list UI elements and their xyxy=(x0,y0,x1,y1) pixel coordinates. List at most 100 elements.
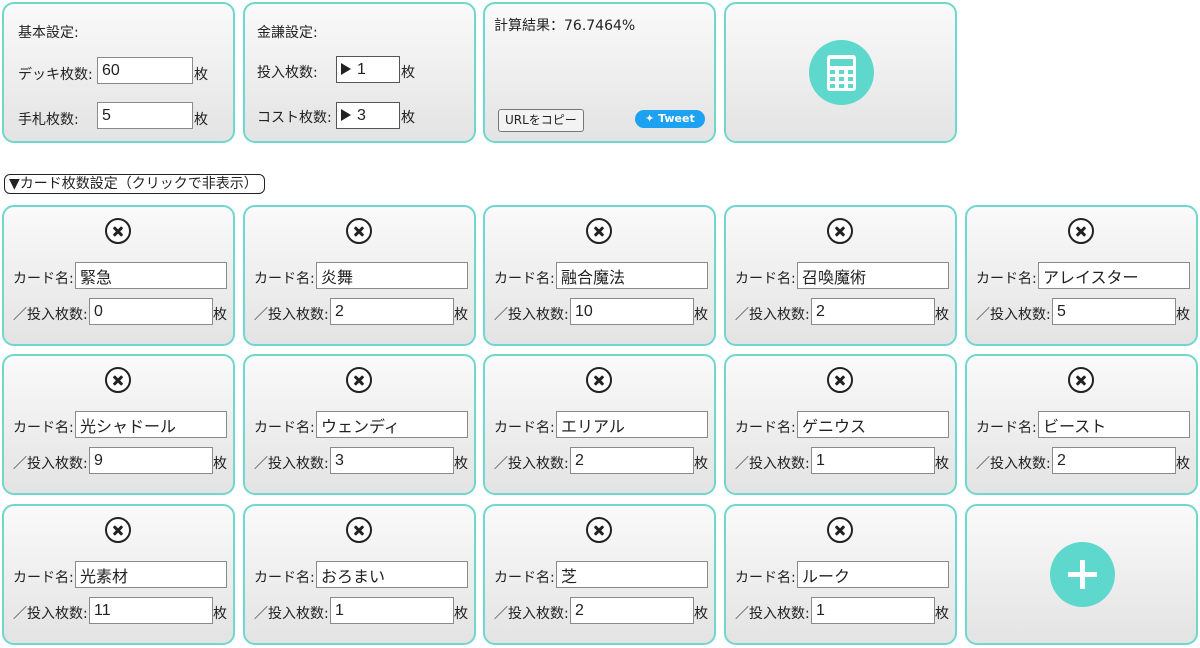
card-name-label: カード名: xyxy=(254,570,315,586)
card-count-input[interactable] xyxy=(811,298,935,325)
card-name-label: カード名: xyxy=(254,271,315,287)
basic-settings-title: 基本設定: xyxy=(18,25,79,41)
calculate-panel[interactable] xyxy=(724,2,957,143)
card-name-input[interactable] xyxy=(556,411,708,438)
remove-card-icon[interactable] xyxy=(586,517,612,543)
card-count-label: ／投入枚数: xyxy=(735,307,810,323)
remove-card-icon[interactable] xyxy=(105,367,131,393)
card-count-input[interactable] xyxy=(89,298,213,325)
deck-count-unit: 枚 xyxy=(194,67,208,83)
hand-count-input[interactable] xyxy=(97,102,193,129)
card-name-input[interactable] xyxy=(1038,411,1190,438)
tweet-label: Tweet xyxy=(658,112,695,125)
card-count-input[interactable] xyxy=(330,298,454,325)
plus-icon xyxy=(1068,560,1097,589)
card-panel: カード名: ／投入枚数: 枚 xyxy=(243,504,476,645)
remove-card-icon[interactable] xyxy=(346,367,372,393)
card-count-label: ／投入枚数: xyxy=(735,456,810,472)
card-count-input[interactable] xyxy=(811,447,935,474)
card-panel: カード名: ／投入枚数: 枚 xyxy=(965,354,1198,495)
card-name-label: カード名: xyxy=(735,420,796,436)
card-name-input[interactable] xyxy=(75,411,227,438)
result-panel: 計算結果：76.7464% URLをコピー ✦ Tweet xyxy=(483,2,716,143)
card-settings-toggle[interactable]: ▼カード枚数設定（クリックで非表示） xyxy=(4,174,265,194)
card-name-input[interactable] xyxy=(316,561,468,588)
remove-card-icon[interactable] xyxy=(586,218,612,244)
card-name-input[interactable] xyxy=(75,262,227,289)
remove-card-icon[interactable] xyxy=(105,218,131,244)
invest-count-unit: 枚 xyxy=(401,65,415,81)
card-panel: カード名: ／投入枚数: 枚 xyxy=(724,205,957,346)
card-count-input[interactable] xyxy=(89,447,213,474)
card-name-label: カード名: xyxy=(735,271,796,287)
card-count-unit: 枚 xyxy=(213,307,227,323)
remove-card-icon[interactable] xyxy=(827,218,853,244)
card-count-unit: 枚 xyxy=(935,456,949,472)
play-icon xyxy=(341,63,351,75)
remove-card-icon[interactable] xyxy=(586,367,612,393)
copy-url-button[interactable]: URLをコピー xyxy=(498,109,584,132)
card-count-input[interactable] xyxy=(1052,447,1176,474)
remove-card-icon[interactable] xyxy=(1068,218,1094,244)
add-card-panel[interactable] xyxy=(965,504,1198,645)
card-count-input[interactable] xyxy=(570,447,694,474)
card-count-input[interactable] xyxy=(570,597,694,624)
card-name-label: カード名: xyxy=(254,420,315,436)
play-icon xyxy=(341,109,351,121)
card-name-input[interactable] xyxy=(797,411,949,438)
add-card-button[interactable] xyxy=(1050,542,1115,607)
card-count-input[interactable] xyxy=(811,597,935,624)
card-name-label: カード名: xyxy=(494,570,555,586)
card-count-label: ／投入枚数: xyxy=(13,456,88,472)
card-panel: カード名: ／投入枚数: 枚 xyxy=(483,205,716,346)
calculate-button[interactable] xyxy=(809,40,874,105)
card-name-input[interactable] xyxy=(316,411,468,438)
remove-card-icon[interactable] xyxy=(1068,367,1094,393)
card-name-input[interactable] xyxy=(797,262,949,289)
card-name-label: カード名: xyxy=(735,570,796,586)
cost-count-select[interactable]: 3 xyxy=(336,102,400,129)
deck-count-label: デッキ枚数: xyxy=(18,67,93,83)
card-name-input[interactable] xyxy=(556,262,708,289)
card-name-input[interactable] xyxy=(316,262,468,289)
card-name-label: カード名: xyxy=(494,420,555,436)
card-count-label: ／投入枚数: xyxy=(976,456,1051,472)
card-count-input[interactable] xyxy=(570,298,694,325)
hand-count-unit: 枚 xyxy=(194,112,208,128)
card-name-label: カード名: xyxy=(13,420,74,436)
card-name-input[interactable] xyxy=(75,561,227,588)
card-count-input[interactable] xyxy=(89,597,213,624)
card-count-input[interactable] xyxy=(1052,298,1176,325)
card-name-input[interactable] xyxy=(797,561,949,588)
remove-card-icon[interactable] xyxy=(827,517,853,543)
card-count-input[interactable] xyxy=(330,447,454,474)
card-panel: カード名: ／投入枚数: 枚 xyxy=(2,354,235,495)
card-name-label: カード名: xyxy=(976,271,1037,287)
card-name-input[interactable] xyxy=(1038,262,1190,289)
remove-card-icon[interactable] xyxy=(105,517,131,543)
remove-card-icon[interactable] xyxy=(346,218,372,244)
pot-settings-panel: 金謙設定: 投入枚数: 1 枚 コスト枚数: 3 枚 xyxy=(243,2,476,143)
card-count-unit: 枚 xyxy=(454,606,468,622)
remove-card-icon[interactable] xyxy=(827,367,853,393)
card-name-input[interactable] xyxy=(556,561,708,588)
card-panel: カード名: ／投入枚数: 枚 xyxy=(483,504,716,645)
card-panel: カード名: ／投入枚数: 枚 xyxy=(724,504,957,645)
card-count-input[interactable] xyxy=(330,597,454,624)
card-count-label: ／投入枚数: xyxy=(13,307,88,323)
tweet-button[interactable]: ✦ Tweet xyxy=(635,110,705,128)
cost-count-unit: 枚 xyxy=(401,110,415,126)
card-panel: カード名: ／投入枚数: 枚 xyxy=(483,354,716,495)
card-count-unit: 枚 xyxy=(213,606,227,622)
card-panel: カード名: ／投入枚数: 枚 xyxy=(724,354,957,495)
card-panel: カード名: ／投入枚数: 枚 xyxy=(2,205,235,346)
deck-count-input[interactable] xyxy=(97,57,193,84)
card-count-unit: 枚 xyxy=(454,307,468,323)
card-count-unit: 枚 xyxy=(935,307,949,323)
card-count-label: ／投入枚数: xyxy=(494,606,569,622)
card-name-label: カード名: xyxy=(976,420,1037,436)
invest-count-select[interactable]: 1 xyxy=(336,56,400,83)
invest-count-value: 1 xyxy=(357,61,366,78)
card-count-unit: 枚 xyxy=(454,456,468,472)
remove-card-icon[interactable] xyxy=(346,517,372,543)
